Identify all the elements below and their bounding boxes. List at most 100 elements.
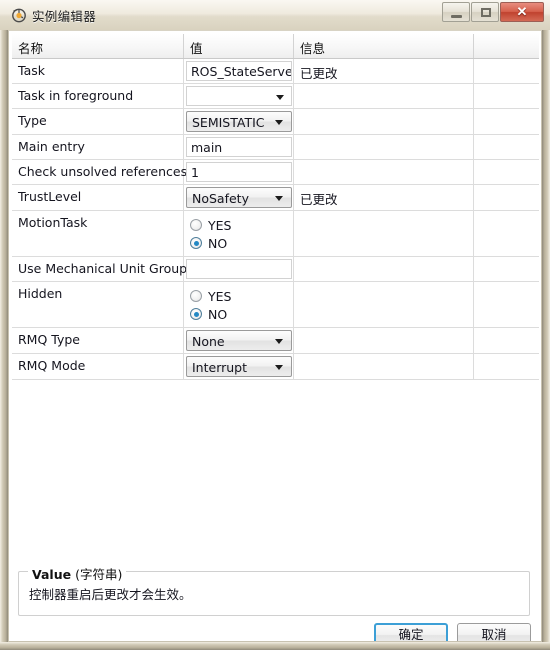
chevron-down-icon bbox=[275, 196, 283, 201]
property-name: RMQ Type bbox=[18, 332, 80, 347]
property-name: Use Mechanical Unit Group bbox=[18, 261, 188, 276]
radio-button-icon[interactable] bbox=[190, 237, 202, 249]
radio-option-label: NO bbox=[208, 306, 228, 322]
cell-extra bbox=[474, 160, 539, 184]
cell-extra bbox=[474, 354, 539, 379]
radio-option[interactable]: NO bbox=[190, 234, 291, 252]
cell-value bbox=[184, 84, 294, 108]
window-frame-right bbox=[542, 0, 550, 650]
cell-extra bbox=[474, 185, 539, 210]
property-name: RMQ Mode bbox=[18, 358, 86, 373]
radio-button-icon[interactable] bbox=[190, 308, 202, 320]
value-dropdown[interactable]: None bbox=[186, 330, 292, 351]
window-frame-bottom bbox=[0, 642, 550, 650]
chevron-down-icon bbox=[275, 339, 283, 344]
column-header-name[interactable]: 名称 bbox=[12, 34, 184, 58]
value-dropdown[interactable] bbox=[186, 86, 292, 106]
table-row[interactable]: MotionTask YES NO bbox=[12, 211, 539, 257]
restore-button[interactable] bbox=[471, 2, 499, 22]
property-info: 已更改 bbox=[300, 192, 338, 207]
title-bar[interactable]: 实例编辑器 ✕ bbox=[0, 0, 550, 30]
value-radio-group: YES NO bbox=[186, 284, 291, 325]
cell-extra bbox=[474, 59, 539, 83]
property-name: Hidden bbox=[18, 286, 63, 301]
value-text-input[interactable]: ROS_StateServer bbox=[186, 61, 292, 81]
cell-extra bbox=[474, 211, 539, 256]
property-name: TrustLevel bbox=[18, 189, 82, 204]
chevron-down-icon bbox=[276, 95, 284, 100]
value-groupbox: Value (字符串) 控制器重启后更改才会生效。 bbox=[18, 564, 530, 616]
cell-info: 已更改 bbox=[294, 59, 474, 83]
value-text-input[interactable]: 1 bbox=[186, 162, 292, 182]
property-name: Task in foreground bbox=[18, 88, 134, 103]
property-name: MotionTask bbox=[18, 215, 88, 230]
table-row[interactable]: Hidden YES NO bbox=[12, 282, 539, 328]
cell-value: YES NO bbox=[184, 211, 294, 256]
radio-option-label: YES bbox=[208, 217, 232, 233]
cancel-button[interactable]: 取消 bbox=[457, 623, 531, 641]
radio-option-label: NO bbox=[208, 235, 228, 251]
cell-value: SEMISTATIC bbox=[184, 109, 294, 134]
value-groupbox-description: 控制器重启后更改才会生效。 bbox=[29, 587, 192, 602]
chevron-down-icon bbox=[275, 120, 283, 125]
value-text-input[interactable]: main bbox=[186, 137, 292, 157]
cell-info bbox=[294, 354, 474, 379]
minimize-icon bbox=[451, 15, 462, 18]
value-text-input[interactable] bbox=[186, 259, 292, 279]
cell-info bbox=[294, 328, 474, 353]
cell-info: 已更改 bbox=[294, 185, 474, 210]
cell-value: ROS_StateServer bbox=[184, 59, 294, 83]
cell-value bbox=[184, 257, 294, 281]
value-dropdown[interactable]: NoSafety bbox=[186, 187, 292, 208]
close-icon: ✕ bbox=[516, 4, 528, 19]
minimize-button[interactable] bbox=[442, 2, 470, 22]
dialog-client-area: 名称 值 信息 Task ROS_StateServer 已更改 Task in fo… bbox=[8, 30, 542, 642]
cell-extra bbox=[474, 328, 539, 353]
cell-info bbox=[294, 211, 474, 256]
table-row[interactable]: TrustLevel NoSafety 已更改 bbox=[12, 185, 539, 211]
table-row[interactable]: RMQ Type None bbox=[12, 328, 539, 354]
value-groupbox-title-strong: Value bbox=[32, 567, 72, 582]
table-row[interactable]: Use Mechanical Unit Group bbox=[12, 257, 539, 282]
property-name: Main entry bbox=[18, 139, 85, 154]
value-dropdown[interactable]: SEMISTATIC bbox=[186, 111, 292, 132]
cell-name: Task bbox=[12, 59, 184, 83]
column-header-info[interactable]: 信息 bbox=[294, 34, 474, 58]
table-row[interactable]: Task in foreground bbox=[12, 84, 539, 109]
table-row[interactable]: Type SEMISTATIC bbox=[12, 109, 539, 135]
table-row[interactable]: Task ROS_StateServer 已更改 bbox=[12, 59, 539, 84]
cell-name: Hidden bbox=[12, 282, 184, 327]
radio-button-icon[interactable] bbox=[190, 219, 202, 231]
radio-option[interactable]: YES bbox=[190, 216, 291, 234]
value-dropdown[interactable]: Interrupt bbox=[186, 356, 292, 377]
column-header-value[interactable]: 值 bbox=[184, 34, 294, 58]
cell-value: 1 bbox=[184, 160, 294, 184]
value-radio-group: YES NO bbox=[186, 213, 291, 254]
cell-info bbox=[294, 135, 474, 159]
cell-info bbox=[294, 160, 474, 184]
property-name: Check unsolved references bbox=[18, 164, 188, 179]
column-header-extra[interactable] bbox=[474, 34, 539, 58]
window-title: 实例编辑器 bbox=[32, 9, 97, 24]
instance-editor-icon bbox=[11, 7, 27, 23]
table-header-row: 名称 值 信息 bbox=[12, 34, 539, 59]
restore-icon bbox=[481, 8, 491, 17]
close-button[interactable]: ✕ bbox=[500, 2, 544, 22]
cell-name: Main entry bbox=[12, 135, 184, 159]
cell-name: MotionTask bbox=[12, 211, 184, 256]
table-row[interactable]: Main entry main bbox=[12, 135, 539, 160]
cell-name: RMQ Type bbox=[12, 328, 184, 353]
value-groupbox-title-rest: (字符串) bbox=[71, 567, 123, 582]
radio-option[interactable]: YES bbox=[190, 287, 291, 305]
cell-name: Use Mechanical Unit Group bbox=[12, 257, 188, 281]
cell-value: None bbox=[184, 328, 294, 353]
radio-option[interactable]: NO bbox=[190, 305, 291, 323]
window-frame-left bbox=[0, 0, 8, 650]
radio-button-icon[interactable] bbox=[190, 290, 202, 302]
table-row[interactable]: Check unsolved references 1 bbox=[12, 160, 539, 185]
cell-info bbox=[294, 109, 474, 134]
table-row[interactable]: RMQ Mode Interrupt bbox=[12, 354, 539, 380]
property-name: Task bbox=[18, 63, 45, 78]
cell-extra bbox=[474, 84, 539, 108]
ok-button[interactable]: 确定 bbox=[374, 623, 448, 641]
